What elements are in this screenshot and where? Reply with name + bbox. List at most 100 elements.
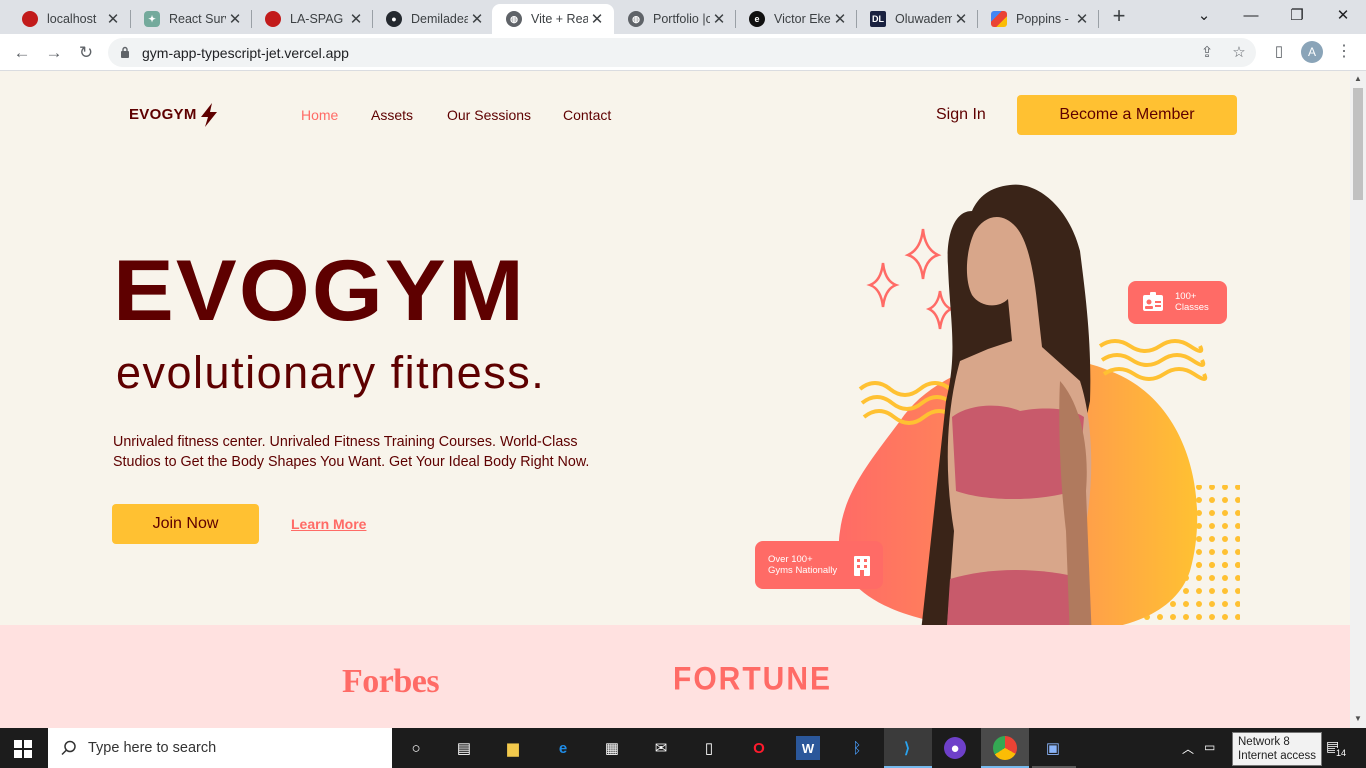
tab-localhost[interactable]: localhost ✕ (8, 4, 130, 34)
notepad-icon[interactable]: ▯ (697, 736, 721, 760)
forward-icon[interactable]: → (42, 41, 66, 65)
tab-title: Poppins - (1016, 12, 1069, 26)
mail-icon[interactable]: ✉ (649, 736, 673, 760)
side-panel-icon[interactable]: ▯ (1270, 43, 1288, 61)
site-logo[interactable]: EVOGYM (129, 103, 217, 127)
tab-title: Demiladea (411, 12, 468, 26)
chrome-icon[interactable] (993, 736, 1017, 760)
search-icon (61, 740, 76, 756)
tab-search-chevron-icon[interactable]: ⌄ (1181, 0, 1227, 30)
edge-icon[interactable]: e (551, 736, 575, 760)
network-icon[interactable]: ▭ (1204, 740, 1215, 754)
gyms-count: Over 100+ (768, 554, 813, 565)
globe-icon: ◍ (628, 11, 644, 27)
tab-title: LA-SPAG (290, 12, 344, 26)
vscode-icon[interactable]: ⟩ (895, 736, 919, 760)
tab-oluwadem[interactable]: DL Oluwadem ✕ (856, 4, 978, 34)
page-scrollbar[interactable]: ▲ ▼ (1350, 71, 1366, 728)
fitness-model-figure (920, 184, 1092, 641)
word-icon[interactable]: W (796, 736, 820, 760)
back-icon[interactable]: ← (10, 41, 34, 65)
tab-github[interactable]: ● Demiladea ✕ (372, 4, 494, 34)
tab-title: Portfolio |c (653, 12, 710, 26)
hero-title: EVOGYM (113, 243, 526, 339)
nav-assets[interactable]: Assets (371, 107, 413, 123)
id-card-icon (1143, 292, 1163, 311)
lock-icon (121, 46, 129, 58)
close-tab-icon[interactable]: ✕ (1073, 10, 1091, 28)
close-window-icon[interactable]: ✕ (1320, 0, 1366, 30)
sponsors-section: Forbes FORTUNE (0, 625, 1350, 728)
scrollbar-thumb[interactable] (1353, 88, 1363, 200)
close-tab-icon[interactable]: ✕ (831, 10, 849, 28)
gyms-badge: Over 100+ Gyms Nationally (755, 541, 883, 589)
join-now-button[interactable]: Join Now (112, 504, 259, 544)
tab-victor-eke[interactable]: e Victor Eke ✕ (735, 4, 857, 34)
bookmark-star-icon[interactable]: ☆ (1230, 44, 1248, 62)
scroll-down-arrow-icon[interactable]: ▼ (1354, 714, 1362, 723)
close-tab-icon[interactable]: ✕ (347, 10, 365, 28)
tab-title: Victor Eke (774, 12, 831, 26)
github-desktop-icon[interactable]: ● (944, 737, 966, 759)
nav-contact[interactable]: Contact (563, 107, 611, 123)
url-text[interactable]: gym-app-typescript-jet.vercel.app (142, 45, 349, 61)
minimize-icon[interactable]: — (1228, 0, 1274, 30)
file-explorer-icon[interactable]: ▆ (501, 736, 525, 760)
remote-desktop-icon[interactable]: ▣ (1041, 736, 1065, 760)
scroll-up-arrow-icon[interactable]: ▲ (1354, 74, 1362, 83)
profile-avatar[interactable]: A (1301, 41, 1323, 63)
share-icon[interactable]: ⇪ (1198, 44, 1216, 62)
store-icon[interactable]: ▦ (600, 736, 624, 760)
close-tab-icon[interactable]: ✕ (710, 10, 728, 28)
bluetooth-icon[interactable]: ᛒ (845, 736, 869, 760)
search-placeholder: Type here to search (88, 740, 217, 756)
tab-portfolio[interactable]: ◍ Portfolio |c ✕ (614, 4, 736, 34)
classes-label: Classes (1175, 302, 1209, 313)
tab-react-survey[interactable]: ✦ React Surv ✕ (130, 4, 252, 34)
cortana-icon[interactable]: ○ (404, 736, 428, 760)
tooltip-network-name: Network 8 (1238, 736, 1290, 748)
opera-icon[interactable]: O (747, 736, 771, 760)
close-tab-icon[interactable]: ✕ (104, 10, 122, 28)
menu-kebab-icon[interactable]: ⋮ (1336, 42, 1352, 62)
address-bar[interactable]: gym-app-typescript-jet.vercel.app ⇪ ☆ (108, 38, 1256, 67)
tray-chevron-icon[interactable]: ︿ (1182, 740, 1194, 757)
tooltip-network-status: Internet access (1238, 750, 1316, 762)
close-tab-icon[interactable]: ✕ (588, 10, 606, 28)
dl-icon: DL (870, 11, 886, 27)
tab-title: Oluwadem (895, 12, 952, 26)
hero-description: Unrivaled fitness center. Unrivaled Fitn… (113, 434, 590, 470)
windows-taskbar: Type here to search ○ ▤ ▆ e ▦ ✉ ▯ O W ᛒ … (0, 728, 1366, 768)
learn-more-link[interactable]: Learn More (291, 516, 366, 532)
globe-icon: ◍ (506, 11, 522, 27)
network-tooltip: Network 8 Internet access (1232, 732, 1322, 766)
taskbar-search-box[interactable]: Type here to search (48, 728, 392, 768)
reload-icon[interactable]: ↻ (74, 41, 98, 65)
close-tab-icon[interactable]: ✕ (468, 10, 486, 28)
notification-count: 14 (1335, 748, 1348, 758)
new-tab-icon[interactable]: + (1108, 5, 1130, 27)
building-icon (854, 556, 870, 576)
task-view-icon[interactable]: ▤ (452, 736, 476, 760)
windows-start-icon[interactable] (14, 740, 32, 758)
tab-poppins[interactable]: Poppins - ✕ (977, 4, 1099, 34)
tab-la-spag[interactable]: LA-SPAG ✕ (251, 4, 373, 34)
hero-subtitle: evolutionary fitness. (116, 347, 546, 398)
nav-home[interactable]: Home (301, 107, 338, 123)
restore-icon[interactable]: ❐ (1274, 0, 1320, 30)
sponsor-fortune-logo: FORTUNE (673, 661, 832, 698)
nav-our-sessions[interactable]: Our Sessions (447, 107, 531, 123)
gyms-label: Gyms Nationally (768, 565, 838, 576)
become-member-button[interactable]: Become a Member (1017, 95, 1237, 135)
close-tab-icon[interactable]: ✕ (952, 10, 970, 28)
chatgpt-icon: ✦ (144, 11, 160, 27)
tab-vite-react[interactable]: ◍ Vite + Rea ✕ (492, 4, 614, 34)
close-tab-icon[interactable]: ✕ (226, 10, 244, 28)
page-viewport: EVOGYM Home Assets Our Sessions Contact … (0, 71, 1350, 728)
github-icon: ● (386, 11, 402, 27)
tab-title: localhost (47, 12, 97, 26)
classes-badge: 100+ Classes (1128, 281, 1227, 324)
sponsor-forbes-logo: Forbes (342, 663, 440, 700)
sign-in-link[interactable]: Sign In (936, 106, 986, 124)
tab-title: React Surv (169, 12, 226, 26)
